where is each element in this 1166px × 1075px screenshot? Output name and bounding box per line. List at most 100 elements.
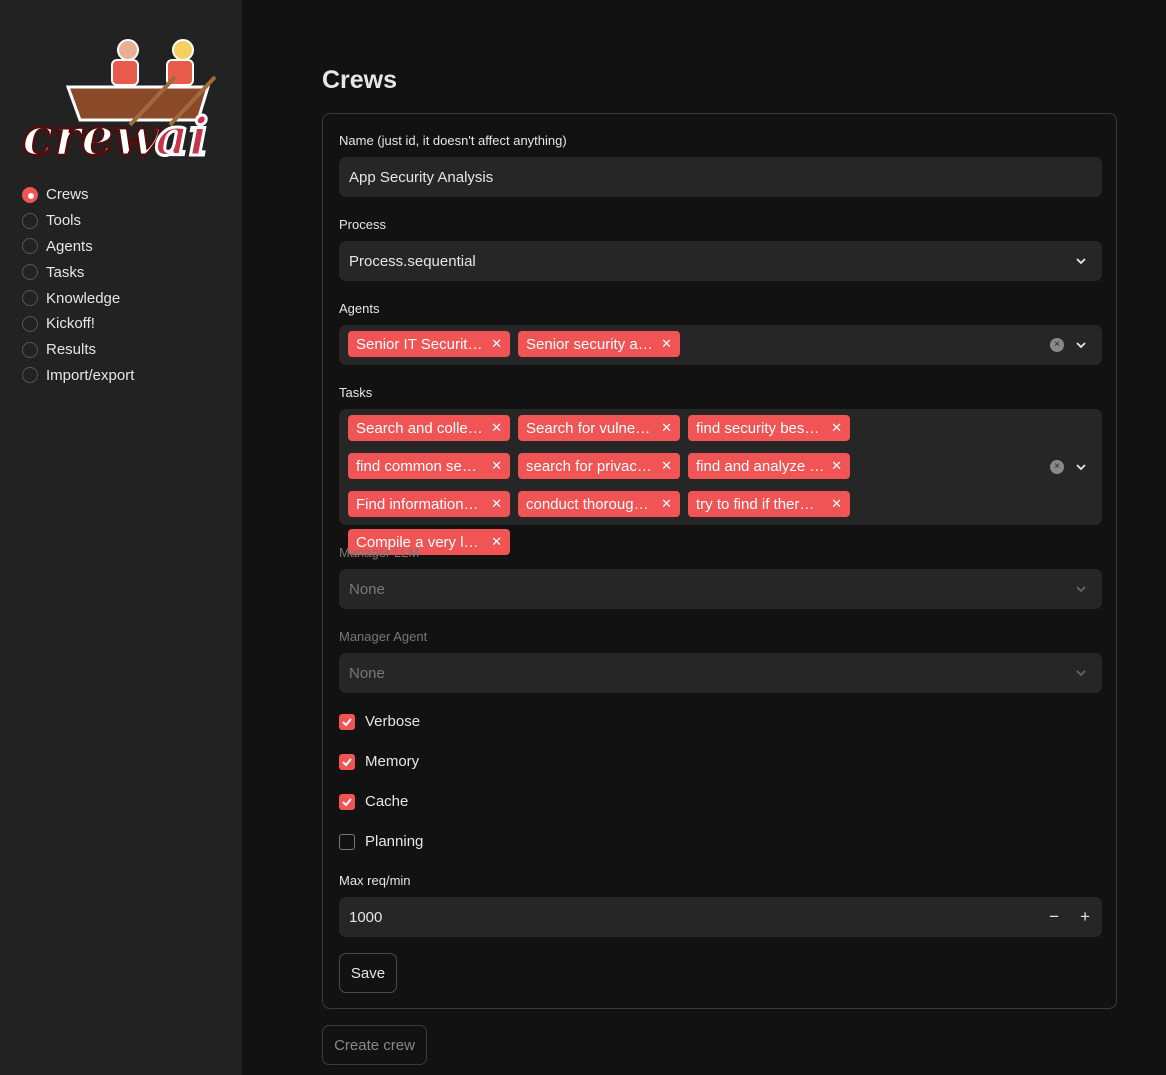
sidebar-item-tools[interactable]: Tools [22,208,134,234]
decrement-button[interactable]: − [1049,907,1059,927]
sidebar-item-label: Knowledge [46,289,121,307]
max-req-input[interactable]: 1000 − + [339,897,1102,937]
crewai-logo: crew ai [21,39,217,165]
chevron-down-icon[interactable] [1074,338,1088,352]
task-tag: find security bes… ✕ [688,415,850,441]
clear-all-icon[interactable]: × [1050,460,1064,474]
max-req-value: 1000 [349,908,383,926]
manager-agent-value: None [349,664,385,682]
process-label: Process [339,217,386,232]
checkbox-icon[interactable] [339,753,355,770]
tag-label: Search and colle… [356,419,483,437]
remove-tag-icon[interactable]: ✕ [661,496,672,512]
radio-icon[interactable] [22,290,38,307]
max-req-label: Max req/min [339,873,411,888]
chevron-down-icon [1076,586,1086,593]
tasks-label: Tasks [339,385,373,400]
manager-agent-select[interactable]: None [339,653,1102,693]
sidebar-item-label: Agents [46,237,93,255]
clear-all-icon[interactable]: × [1050,338,1064,352]
manager-agent-label: Manager Agent [339,629,428,644]
tag-label: Senior IT Securit… [356,335,483,353]
agent-tag: Senior IT Securit… ✕ [348,331,510,357]
tag-label: find common se… [356,457,477,475]
radio-icon[interactable] [22,341,38,358]
sidebar-item-label: Crews [46,186,89,204]
sidebar-item-label: Tasks [46,263,85,281]
task-tag: Find information… ✕ [348,491,510,517]
radio-icon[interactable] [22,315,38,332]
agents-label: Agents [339,301,380,316]
task-tag: Search for vulne… ✕ [518,415,680,441]
radio-icon[interactable] [22,264,38,281]
verbose-checkbox[interactable]: Verbose [339,713,420,730]
manager-llm-select[interactable]: None [339,569,1102,609]
tag-label: Search for vulne… [526,419,651,437]
remove-tag-icon[interactable]: ✕ [491,534,502,550]
sidebar-item-results[interactable]: Results [22,337,134,363]
task-tag: find and analyze … ✕ [688,453,850,479]
checkbox-icon[interactable] [339,713,355,730]
tag-label: try to find if ther… [696,495,815,513]
memory-checkbox[interactable]: Memory [339,753,419,770]
crew-form: Name (just id, it doesn't affect anythin… [322,113,1117,1009]
remove-tag-icon[interactable]: ✕ [491,336,502,352]
sidebar-item-knowledge[interactable]: Knowledge [22,285,134,311]
remove-tag-icon[interactable]: ✕ [491,496,502,512]
tag-label: Find information… [356,495,479,513]
task-tag: search for privac… ✕ [518,453,680,479]
manager-llm-value: None [349,580,385,598]
nav-radio-group: Crews Tools Agents Tasks Knowledge Kickoff! Re… [22,182,134,388]
remove-tag-icon[interactable]: ✕ [831,458,842,474]
task-tag: find common se… ✕ [348,453,510,479]
tag-label: Senior security a… [526,335,653,353]
checkbox-label: Cache [365,793,409,810]
save-button[interactable]: Save [339,953,397,993]
sidebar-item-label: Tools [46,212,82,230]
chevron-down-icon [1076,670,1086,677]
svg-text:crew: crew [22,107,161,165]
radio-icon[interactable] [22,186,38,203]
process-select[interactable]: Process.sequential [339,241,1102,281]
sidebar-item-label: Import/export [46,366,135,384]
task-tag: try to find if ther… ✕ [688,491,850,517]
remove-tag-icon[interactable]: ✕ [831,420,842,436]
sidebar-item-label: Results [46,341,97,359]
create-crew-button[interactable]: Create crew [322,1025,427,1065]
tag-label: conduct thoroug… [526,495,649,513]
page-title: Crews [322,66,398,94]
tag-label: search for privac… [526,457,652,475]
agents-multiselect[interactable]: Senior IT Securit… ✕ Senior security a… ✕ × [339,325,1102,365]
sidebar-item-import-export[interactable]: Import/export [22,363,134,389]
sidebar-item-kickoff[interactable]: Kickoff! [22,311,134,337]
checkbox-label: Verbose [365,713,421,730]
planning-checkbox[interactable]: Planning [339,833,423,850]
remove-tag-icon[interactable]: ✕ [661,336,672,352]
remove-tag-icon[interactable]: ✕ [661,420,672,436]
sidebar: crew ai Crews Tools Agents Tasks Knowledge Ki… [0,0,242,1075]
tag-label: find and analyze … [696,457,825,475]
chevron-down-icon[interactable] [1074,460,1088,474]
sidebar-item-tasks[interactable]: Tasks [22,259,134,285]
name-input[interactable]: App Security Analysis [339,157,1102,197]
radio-icon[interactable] [22,238,38,255]
checkbox-label: Memory [365,753,420,770]
cache-checkbox[interactable]: Cache [339,793,408,810]
tasks-multiselect[interactable]: Search and colle… ✕ Search for vulne… ✕ find… [339,409,1102,555]
remove-tag-icon[interactable]: ✕ [491,458,502,474]
sidebar-item-label: Kickoff! [46,315,95,333]
increment-button[interactable]: + [1080,907,1090,927]
checkbox-icon[interactable] [339,793,355,810]
remove-tag-icon[interactable]: ✕ [491,420,502,436]
tag-label: find security bes… [696,419,820,437]
sidebar-item-agents[interactable]: Agents [22,234,134,260]
agent-tag: Senior security a… ✕ [518,331,680,357]
sidebar-item-crews[interactable]: Crews [22,182,134,208]
remove-tag-icon[interactable]: ✕ [831,496,842,512]
radio-icon[interactable] [22,367,38,384]
checkbox-icon[interactable] [339,833,355,850]
name-label: Name (just id, it doesn't affect anythin… [339,133,567,148]
process-value: Process.sequential [349,252,476,270]
remove-tag-icon[interactable]: ✕ [661,458,672,474]
radio-icon[interactable] [22,212,38,229]
